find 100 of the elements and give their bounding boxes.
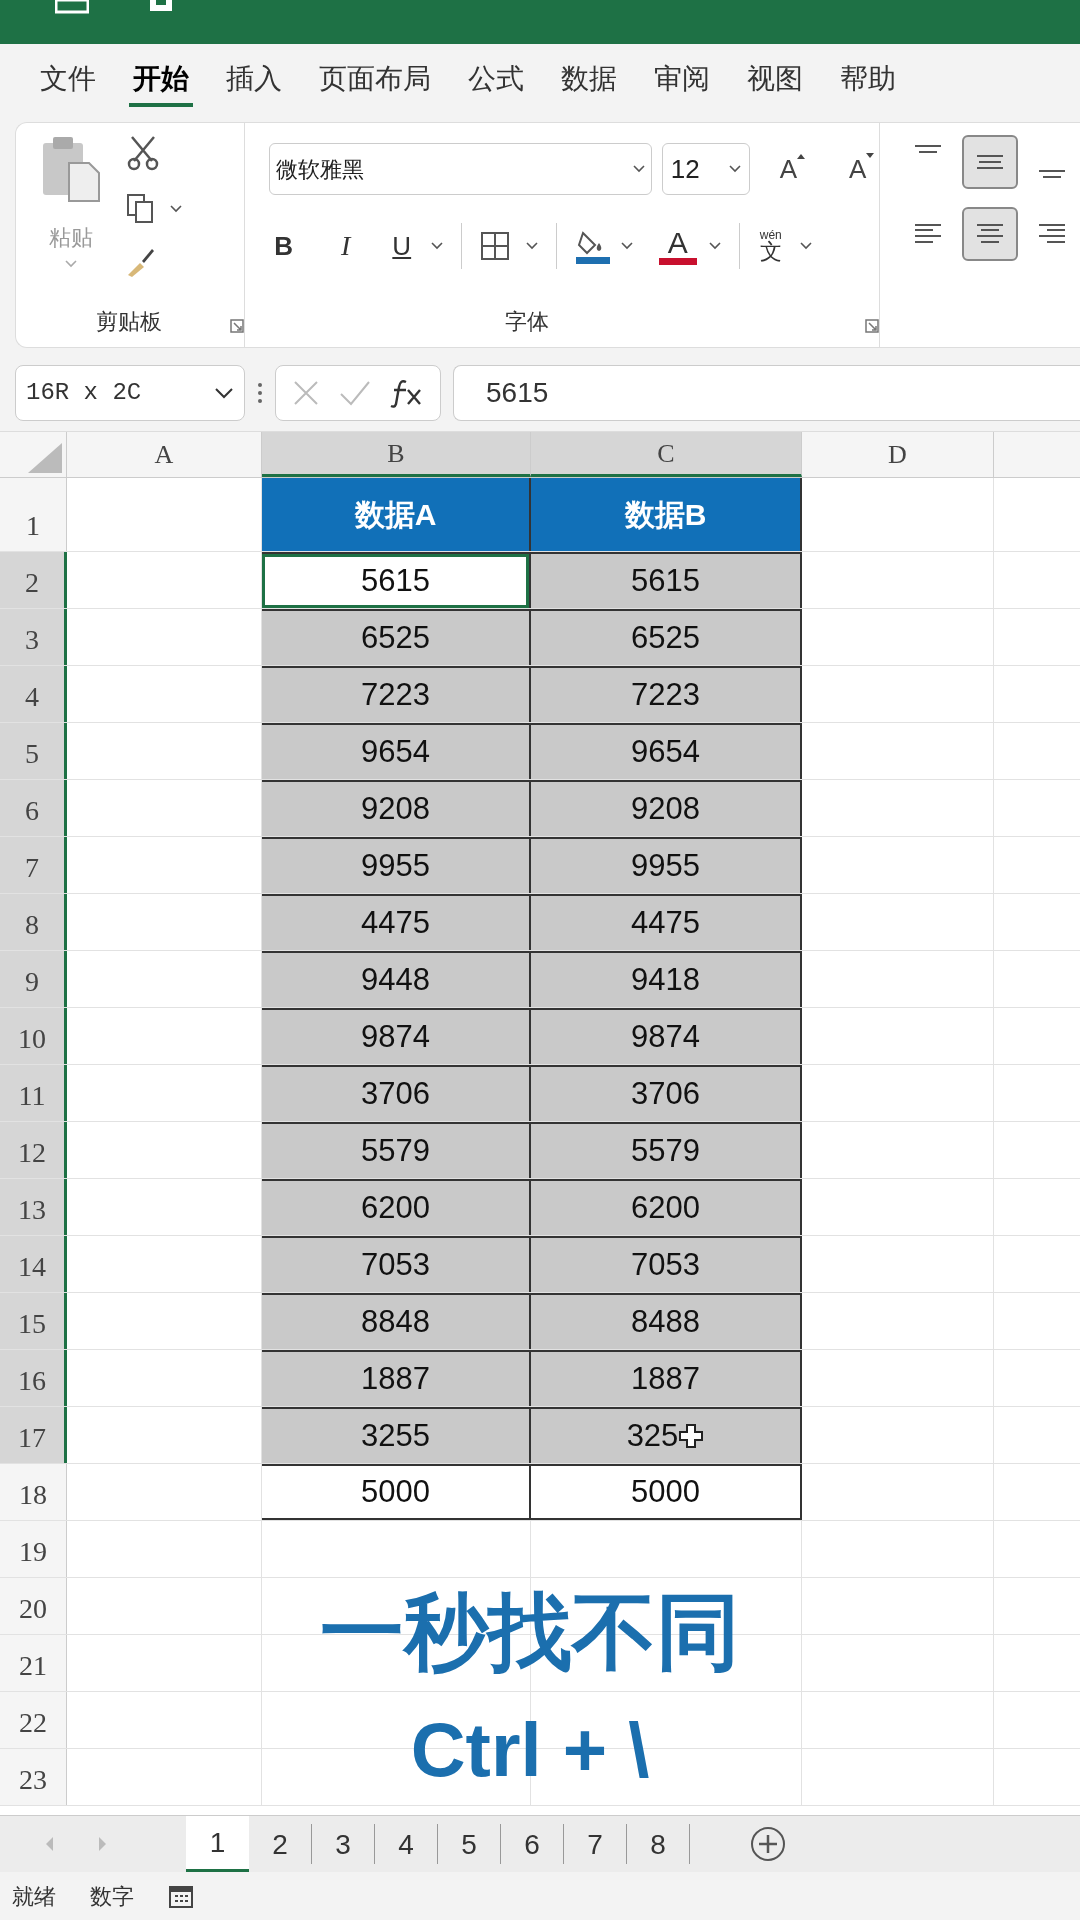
ribbon-tab[interactable]: 页面布局 [315,49,435,107]
caret-icon[interactable] [708,242,721,250]
caret-icon[interactable] [728,165,741,173]
sheet-tab[interactable]: 2 [249,1824,312,1864]
table-cell[interactable]: 5579 [531,1122,802,1178]
table-cell[interactable]: 1887 [262,1350,531,1406]
ribbon-tab[interactable]: 审阅 [650,49,714,107]
ribbon-tab[interactable]: 帮助 [836,49,900,107]
row-header[interactable]: 8 [0,894,67,950]
caret-icon[interactable] [632,165,645,173]
copy-icon[interactable] [126,193,156,225]
row-header[interactable]: 5 [0,723,67,779]
name-box[interactable]: 16R x 2C [15,365,245,421]
sheet-tab[interactable]: 6 [501,1824,564,1864]
row-header[interactable]: 1 [0,478,67,551]
table-cell[interactable]: 3706 [262,1065,531,1121]
sheet-tab[interactable]: 7 [564,1824,627,1864]
table-cell[interactable]: 9208 [531,780,802,836]
table-cell[interactable]: 9654 [262,723,531,779]
row-header[interactable]: 21 [0,1635,67,1691]
caret-icon[interactable] [620,242,633,250]
formula-field[interactable]: 5615 [453,365,1080,421]
row-header[interactable]: 16 [0,1350,67,1406]
ribbon-tab[interactable]: 插入 [222,49,286,107]
borders-icon[interactable] [479,231,510,261]
table-cell[interactable]: 9418 [531,951,802,1007]
font-color-button[interactable]: A [658,227,697,265]
row-header[interactable]: 14 [0,1236,67,1292]
caret-icon[interactable] [430,242,443,250]
row-header[interactable]: 22 [0,1692,67,1748]
row-header[interactable]: 19 [0,1521,67,1577]
sheet-tab[interactable]: 5 [438,1824,501,1864]
italic-button[interactable]: I [330,225,361,267]
row-header[interactable]: 13 [0,1179,67,1235]
bold-button[interactable]: B [268,226,299,266]
row-header[interactable]: 17 [0,1407,67,1463]
table-cell[interactable]: 6525 [262,609,531,665]
table-cell[interactable]: 5579 [262,1122,531,1178]
ribbon-tab[interactable]: 数据 [557,49,621,107]
caret-icon[interactable] [799,242,812,250]
add-sheet-icon[interactable] [750,1826,786,1862]
caret-icon[interactable] [525,242,538,250]
column-header[interactable]: B [262,432,531,477]
column-header[interactable]: C [531,432,802,477]
row-header[interactable]: 10 [0,1008,67,1064]
vertical-align-button[interactable] [962,135,1018,189]
dialog-launcher-icon[interactable] [230,319,244,333]
scissors-icon[interactable] [126,135,160,171]
font-size-field[interactable]: 12 [661,143,750,195]
table-cell[interactable]: 9208 [262,780,531,836]
font-name-field[interactable]: 微软雅黑 [268,143,652,195]
table-cell[interactable]: 5615 [531,552,802,608]
table-cell[interactable]: 6200 [531,1179,802,1235]
row-header[interactable]: 20 [0,1578,67,1634]
table-cell[interactable]: 6200 [262,1179,531,1235]
table-cell[interactable]: 3255 [262,1407,531,1463]
table-cell[interactable]: 7053 [531,1236,802,1292]
table-cell[interactable]: 325 [531,1407,802,1463]
sheet-tab[interactable]: 8 [627,1824,690,1864]
ribbon-tab[interactable]: 视图 [743,49,807,107]
table-cell[interactable]: 8848 [262,1293,531,1349]
table-cell[interactable]: 9654 [531,723,802,779]
table-cell[interactable]: 9874 [262,1008,531,1064]
horizontal-align-button[interactable] [962,207,1018,261]
phonetic-guide-button[interactable]: wén 文 [759,229,782,263]
table-cell[interactable]: 1887 [531,1350,802,1406]
table-cell[interactable]: 7223 [262,666,531,722]
grow-font-button[interactable]: A [777,153,808,185]
table-cell[interactable]: 9955 [531,837,802,893]
table-cell[interactable]: 8488 [531,1293,802,1349]
dialog-launcher-icon[interactable] [864,319,879,333]
table-cell[interactable]: 7053 [262,1236,531,1292]
more-icon[interactable] [257,380,263,406]
table-cell[interactable]: 5000 [262,1464,531,1520]
table-cell[interactable]: 6525 [531,609,802,665]
caret-icon[interactable] [170,205,182,213]
shrink-font-button[interactable]: A [847,153,877,185]
row-header[interactable]: 18 [0,1464,67,1520]
chevron-icon[interactable] [214,387,234,399]
table-cell[interactable]: 7223 [531,666,802,722]
column-header[interactable]: D [802,432,994,477]
format-painter-icon[interactable] [126,247,156,277]
table-cell[interactable]: 9448 [262,951,531,1007]
row-header[interactable]: 15 [0,1293,67,1349]
table-cell[interactable]: 4475 [262,894,531,950]
sheet-tab[interactable]: 4 [375,1824,438,1864]
table-cell[interactable]: 9955 [262,837,531,893]
check-icon[interactable] [339,380,371,406]
row-header[interactable]: 23 [0,1749,67,1805]
row-header[interactable]: 11 [0,1065,67,1121]
row-header[interactable]: 12 [0,1122,67,1178]
row-header[interactable]: 2 [0,552,67,608]
underline-button[interactable]: U [386,226,417,266]
ribbon-tab[interactable]: 开始 [129,49,193,107]
row-header[interactable]: 4 [0,666,67,722]
row-header[interactable]: 9 [0,951,67,1007]
ribbon-tab[interactable]: 公式 [464,49,528,107]
table-cell[interactable]: 3706 [531,1065,802,1121]
sheet-tab[interactable]: 1 [186,1816,249,1872]
ribbon-tab[interactable]: 文件 [36,49,100,107]
